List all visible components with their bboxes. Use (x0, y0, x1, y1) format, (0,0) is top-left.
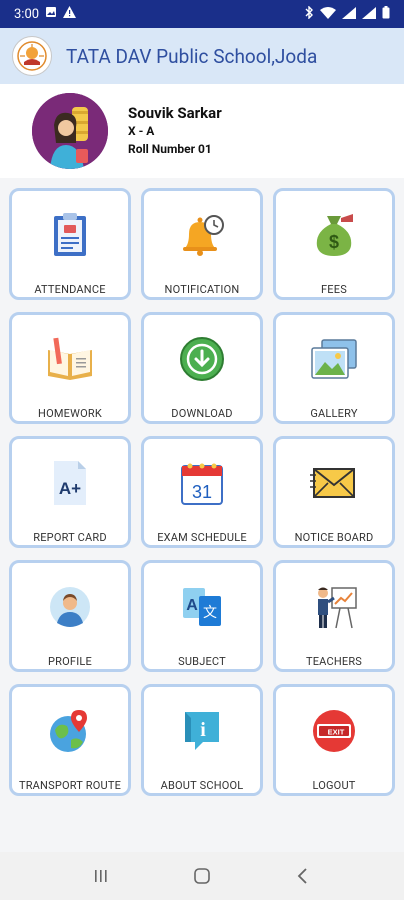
subject-tile[interactable]: A 文 SUBJECT (141, 560, 263, 672)
globe-pin-icon (44, 705, 96, 757)
signal-2-icon (362, 6, 376, 22)
profile-card[interactable]: Souvik Sarkar X - A Roll Number 01 (0, 84, 404, 178)
profile-info: Souvik Sarkar X - A Roll Number 01 (128, 104, 222, 158)
profile-tile[interactable]: PROFILE (9, 560, 131, 672)
logout-label: LOGOUT (312, 779, 356, 792)
back-icon (298, 868, 307, 884)
exit-glyph: EXIT (328, 728, 345, 737)
subject-label: SUBJECT (178, 655, 226, 668)
recent-apps-icon (94, 870, 107, 882)
download-tile[interactable]: DOWNLOAD (141, 312, 263, 424)
translate-icon: A 文 (176, 581, 228, 633)
clipboard-icon (44, 209, 96, 261)
student-roll: Roll Number 01 (128, 142, 212, 156)
info-icon: i (176, 705, 228, 757)
fees-tile[interactable]: $ FEES (273, 188, 395, 300)
report-card-grade: A+ (59, 479, 81, 498)
status-time: 3:00 (14, 6, 40, 22)
calendar-day: 31 (192, 482, 212, 502)
fees-label: FEES (321, 283, 347, 296)
exam-schedule-label: EXAM SCHEDULE (157, 531, 247, 544)
wifi-icon (320, 6, 336, 22)
bell-clock-icon (176, 209, 228, 261)
status-right (305, 5, 390, 22)
teacher-board-icon (308, 581, 360, 633)
info-glyph: i (200, 719, 206, 741)
image-notification-icon (45, 6, 57, 22)
status-left: 3:00 (14, 6, 77, 22)
report-card-label: REPORT CARD (33, 531, 107, 544)
about-school-label: ABOUT SCHOOL (160, 779, 244, 792)
subject-glyph-b: 文 (203, 605, 217, 621)
exit-icon: EXIT (308, 705, 360, 757)
home-button[interactable] (182, 856, 222, 896)
student-name: Souvik Sarkar (128, 104, 222, 122)
student-avatar (32, 93, 108, 169)
app-bar: TATA DAV Public School,Joda (0, 28, 404, 84)
homework-tile[interactable]: HOMEWORK (9, 312, 131, 424)
battery-icon (382, 6, 390, 22)
user-icon (44, 581, 96, 633)
report-card-icon: A+ (44, 457, 96, 509)
report-card-tile[interactable]: A+ REPORT CARD (9, 436, 131, 548)
subject-glyph-a: A (186, 597, 198, 614)
profile-label: PROFILE (48, 655, 92, 668)
bluetooth-icon (305, 5, 314, 22)
about-school-tile[interactable]: i ABOUT SCHOOL (141, 684, 263, 796)
gallery-tile[interactable]: GALLERY (273, 312, 395, 424)
notice-board-label: NOTICE BOARD (294, 531, 374, 544)
signal-icon (342, 6, 356, 22)
svg-text:$: $ (329, 232, 339, 252)
homework-label: HOMEWORK (38, 407, 102, 420)
notification-label: NOTIFICATION (164, 283, 240, 296)
warning-icon (63, 6, 77, 22)
status-bar: 3:00 (0, 0, 404, 28)
logout-tile[interactable]: EXIT LOGOUT (273, 684, 395, 796)
student-class: X - A (128, 124, 155, 138)
download-label: DOWNLOAD (171, 407, 233, 420)
gallery-label: GALLERY (310, 407, 358, 420)
teachers-tile[interactable]: TEACHERS (273, 560, 395, 672)
transport-route-tile[interactable]: TRANSPORT ROUTE (9, 684, 131, 796)
app-title: TATA DAV Public School,Joda (66, 44, 318, 68)
home-icon (194, 868, 210, 884)
attendance-tile[interactable]: ATTENDANCE (9, 188, 131, 300)
system-nav-bar (0, 852, 404, 900)
notice-board-tile[interactable]: NOTICE BOARD (273, 436, 395, 548)
pictures-icon (308, 333, 360, 385)
attendance-label: ATTENDANCE (34, 283, 106, 296)
teachers-label: TEACHERS (305, 655, 363, 668)
money-bag-icon: $ (308, 209, 360, 261)
book-pencil-icon (44, 333, 96, 385)
calendar-icon: 31 (176, 457, 228, 509)
exam-schedule-tile[interactable]: 31 EXAM SCHEDULE (141, 436, 263, 548)
envelope-icon (308, 457, 360, 509)
school-logo (12, 36, 52, 76)
transport-route-label: TRANSPORT ROUTE (18, 779, 122, 792)
notification-tile[interactable]: NOTIFICATION (141, 188, 263, 300)
back-button[interactable] (283, 856, 323, 896)
menu-grid: ATTENDANCE NOTIFICATION $ FEES HOMEWORK … (9, 188, 397, 796)
recent-apps-button[interactable] (81, 856, 121, 896)
download-icon (176, 333, 228, 385)
